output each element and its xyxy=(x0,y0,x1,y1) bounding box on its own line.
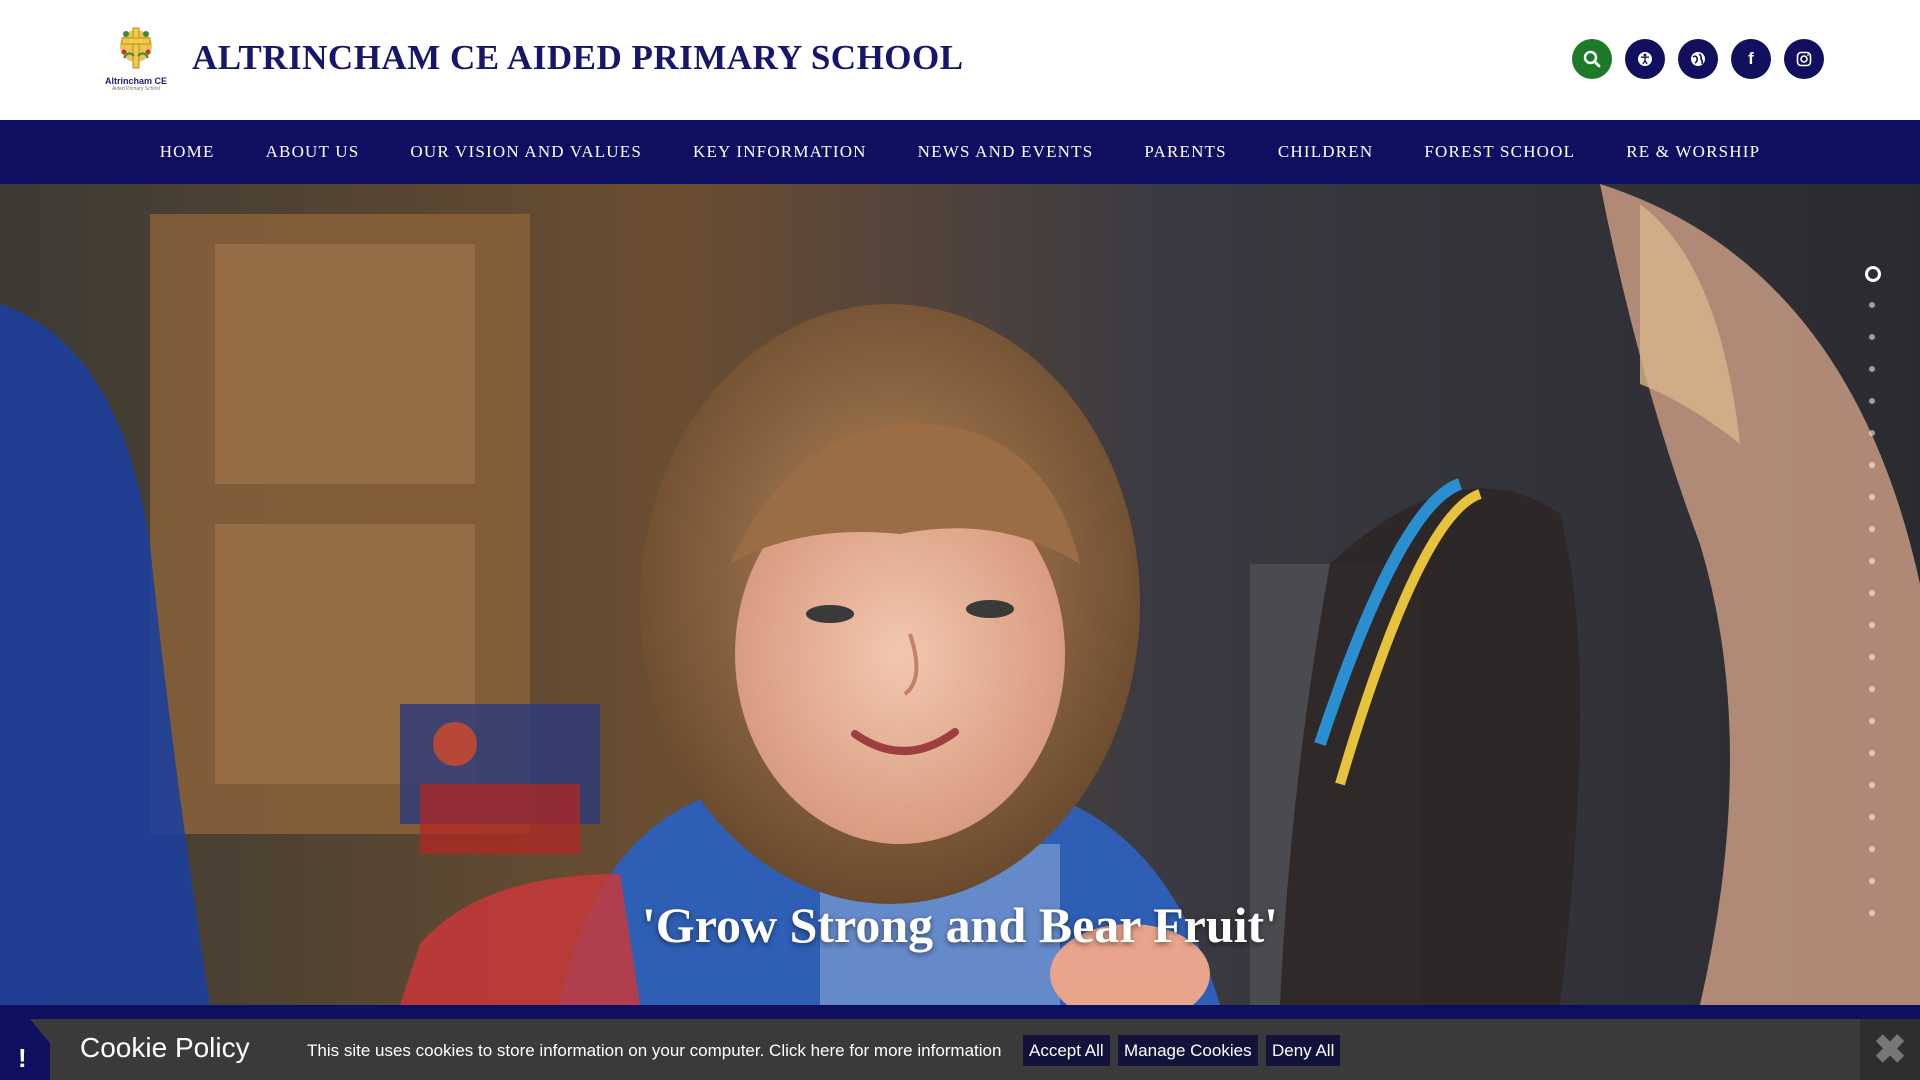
alert-icon: ! xyxy=(18,1043,27,1073)
search-icon xyxy=(1583,50,1601,68)
slide-dot[interactable] xyxy=(1869,430,1875,436)
nav-item-home[interactable]: HOME xyxy=(134,142,240,162)
cookie-banner: ! Cookie Policy This site uses cookies t… xyxy=(0,1019,1920,1080)
hero-slideshow: 'Grow Strong and Bear Fruit' xyxy=(0,184,1920,1005)
school-crest-icon xyxy=(120,27,152,69)
cookie-info-link[interactable]: This site uses cookies to store informat… xyxy=(307,1041,1001,1061)
cookie-title: Cookie Policy xyxy=(80,1032,250,1063)
nav-item-vision-values[interactable]: OUR VISION AND VALUES xyxy=(385,142,668,162)
instagram-button[interactable] xyxy=(1784,39,1824,79)
slide-dot[interactable] xyxy=(1869,366,1875,372)
nav-item-children[interactable]: CHILDREN xyxy=(1252,142,1399,162)
site-header: Altrincham CE Aided Primary School ALTRI… xyxy=(0,0,1920,120)
nav-item-key-information[interactable]: KEY INFORMATION xyxy=(667,142,892,162)
accessibility-button[interactable] xyxy=(1625,39,1665,79)
slide-dot[interactable] xyxy=(1869,558,1875,564)
search-button[interactable] xyxy=(1572,39,1612,79)
slide-dot[interactable] xyxy=(1869,494,1875,500)
hero-caption: 'Grow Strong and Bear Fruit' xyxy=(641,897,1279,953)
slide-dot[interactable] xyxy=(1869,590,1875,596)
slide-dot[interactable] xyxy=(1869,910,1875,916)
slide-dot[interactable] xyxy=(1869,622,1875,628)
slide-dot[interactable] xyxy=(1869,814,1875,820)
accept-all-button[interactable]: Accept All xyxy=(1023,1035,1110,1066)
cookie-alert-tab[interactable]: ! xyxy=(0,1019,50,1080)
site-title[interactable]: ALTRINCHAM CE AIDED PRIMARY SCHOOL xyxy=(192,38,964,78)
nav-item-parents[interactable]: PARENTS xyxy=(1119,142,1252,162)
slide-dot[interactable] xyxy=(1869,782,1875,788)
slide-dot[interactable] xyxy=(1869,846,1875,852)
hero-image xyxy=(0,184,1920,1005)
deny-all-button[interactable]: Deny All xyxy=(1266,1035,1341,1066)
divider-strip xyxy=(0,1005,1920,1019)
slide-dot[interactable] xyxy=(1869,718,1875,724)
instagram-icon xyxy=(1796,51,1812,67)
slide-dot[interactable] xyxy=(1869,302,1875,308)
slide-dot[interactable] xyxy=(1869,654,1875,660)
slide-dot[interactable] xyxy=(1869,750,1875,756)
facebook-button[interactable]: f xyxy=(1731,39,1771,79)
logo-text: Altrincham CE xyxy=(104,76,167,86)
main-nav: HOME ABOUT US OUR VISION AND VALUES KEY … xyxy=(0,120,1920,184)
header-icons: f xyxy=(1572,39,1824,79)
facebook-icon: f xyxy=(1748,49,1754,68)
slide-indicators xyxy=(1865,266,1881,942)
nav-item-re-worship[interactable]: RE & WORSHIP xyxy=(1601,142,1786,162)
nav-item-news-events[interactable]: NEWS AND EVENTS xyxy=(892,142,1119,162)
translate-button[interactable] xyxy=(1678,39,1718,79)
slide-dot[interactable] xyxy=(1865,266,1881,282)
nav-item-forest-school[interactable]: FOREST SCHOOL xyxy=(1399,142,1601,162)
slide-dot[interactable] xyxy=(1869,334,1875,340)
slide-dot[interactable] xyxy=(1869,686,1875,692)
slide-dot[interactable] xyxy=(1869,878,1875,884)
nav-item-about-us[interactable]: ABOUT US xyxy=(240,142,385,162)
slide-dot[interactable] xyxy=(1869,462,1875,468)
slide-dot[interactable] xyxy=(1869,398,1875,404)
manage-cookies-button[interactable]: Manage Cookies xyxy=(1118,1035,1258,1066)
accessibility-icon xyxy=(1638,52,1652,66)
close-icon[interactable]: ✖ xyxy=(1860,1019,1920,1080)
logo-subtext: Aided Primary School xyxy=(111,86,161,92)
slide-dot[interactable] xyxy=(1869,526,1875,532)
translate-icon xyxy=(1691,52,1705,66)
school-logo[interactable]: Altrincham CE Aided Primary School xyxy=(104,22,168,96)
